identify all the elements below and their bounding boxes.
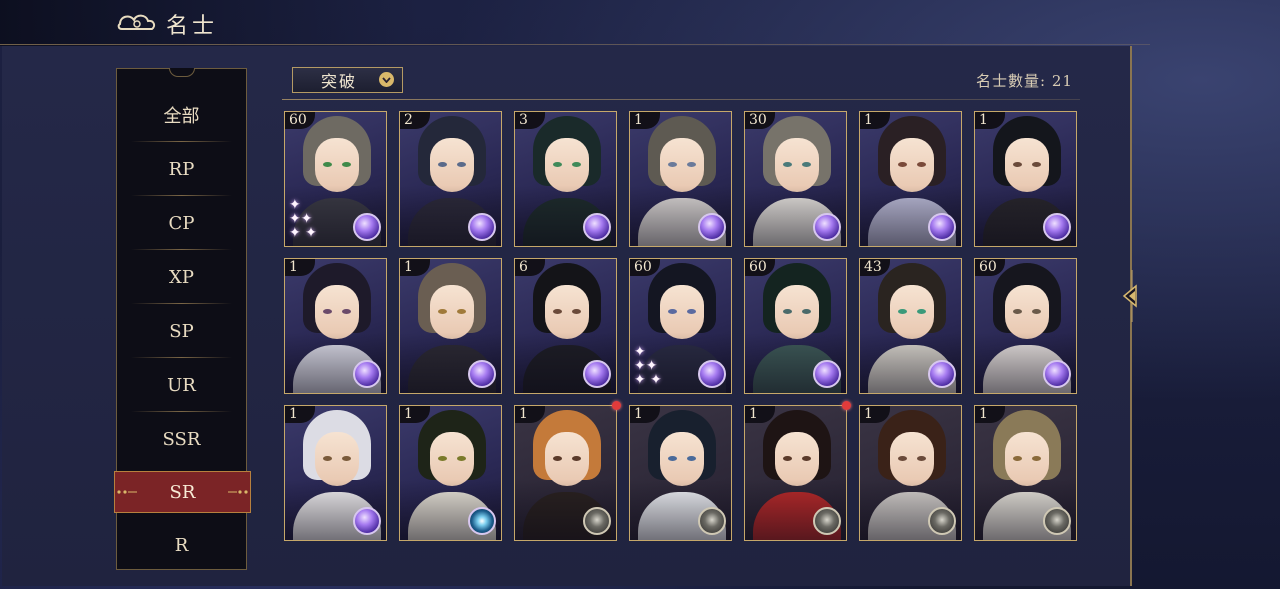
element-orb-icon — [813, 360, 841, 388]
cloud-emblem-icon — [117, 14, 156, 30]
element-orb-icon — [583, 507, 611, 535]
element-orb-icon — [583, 360, 611, 388]
sidebar-item-ur[interactable]: UR — [117, 358, 246, 412]
sparkle-icon: ✦ ✦✦ ✦ ✦ — [289, 197, 317, 241]
hero-card[interactable]: 1 — [629, 111, 732, 247]
sidebar-item-label: CP — [168, 212, 195, 234]
hero-card[interactable]: 1 — [744, 405, 847, 541]
hero-card[interactable]: 1 — [514, 405, 617, 541]
notification-dot — [842, 401, 851, 410]
sidebar-item-label: SR — [169, 481, 196, 503]
sidebar-item-label: SP — [169, 320, 194, 342]
hero-card[interactable]: 1 — [284, 405, 387, 541]
sidebar-item-label: SSR — [162, 428, 201, 450]
hero-card[interactable]: 60 — [974, 258, 1077, 394]
hero-card[interactable]: 30 — [744, 111, 847, 247]
hero-card[interactable]: 60 — [744, 258, 847, 394]
hero-card[interactable]: 3 — [514, 111, 617, 247]
hero-card[interactable]: 1 — [284, 258, 387, 394]
sidebar-notch — [169, 68, 195, 77]
chevron-down-icon — [379, 72, 394, 87]
collapse-arrow-icon[interactable] — [1120, 268, 1144, 324]
page-title: 名士 — [166, 14, 219, 39]
element-orb-icon — [353, 507, 381, 535]
sidebar-item-sp[interactable]: SP — [117, 304, 246, 358]
notification-dot — [612, 401, 621, 410]
hero-card[interactable]: 1 — [859, 111, 962, 247]
hero-card[interactable]: 2 — [399, 111, 502, 247]
hero-count: 名士數量: 21 — [976, 72, 1073, 90]
filter-label: 突破 — [321, 72, 358, 91]
element-orb-icon — [698, 507, 726, 535]
hero-card[interactable]: 6 — [514, 258, 617, 394]
element-orb-icon — [1043, 360, 1071, 388]
sidebar-item-label: UR — [167, 374, 196, 396]
sidebar-item-label: XP — [169, 266, 194, 288]
hero-card[interactable]: 60 ✦ ✦✦ ✦ ✦ — [284, 111, 387, 247]
sidebar-item-xp[interactable]: XP — [117, 250, 246, 304]
element-orb-icon — [468, 213, 496, 241]
hero-card[interactable]: 1 — [399, 258, 502, 394]
sidebar-item-sr[interactable]: SR — [114, 471, 251, 513]
hero-card[interactable]: 1 — [399, 405, 502, 541]
element-orb-icon — [698, 213, 726, 241]
sidebar-item-label: RP — [168, 158, 195, 180]
sidebar-item-label: 全部 — [163, 106, 200, 127]
element-orb-icon — [928, 360, 956, 388]
sidebar-item-all[interactable]: 全部 — [117, 88, 246, 142]
hero-card[interactable]: 1 — [859, 405, 962, 541]
element-orb-icon — [1043, 213, 1071, 241]
sidebar-item-rp[interactable]: RP — [117, 142, 246, 196]
element-orb-icon — [468, 507, 496, 535]
element-orb-icon — [468, 360, 496, 388]
element-orb-icon — [813, 507, 841, 535]
sidebar-item-ssr[interactable]: SSR — [117, 412, 246, 466]
element-orb-icon — [583, 213, 611, 241]
sidebar-item-r[interactable]: R — [117, 527, 246, 563]
list-divider — [282, 99, 1080, 100]
ornament-dots-icon — [117, 490, 137, 494]
element-orb-icon — [928, 213, 956, 241]
header-divider — [0, 44, 1150, 45]
sidebar-item-label: R — [174, 535, 189, 556]
hero-card[interactable]: 60 ✦ ✦✦ ✦ ✦ — [629, 258, 732, 394]
ornament-dots-icon — [228, 490, 248, 494]
element-orb-icon — [813, 213, 841, 241]
element-orb-icon — [353, 213, 381, 241]
sidebar-item-cp[interactable]: CP — [117, 196, 246, 250]
hero-card[interactable]: 43 — [859, 258, 962, 394]
element-orb-icon — [353, 360, 381, 388]
element-orb-icon — [698, 360, 726, 388]
filter-dropdown[interactable]: 突破 — [292, 67, 403, 93]
sparkle-icon: ✦ ✦✦ ✦ ✦ — [634, 344, 662, 388]
hero-card[interactable]: 1 — [974, 405, 1077, 541]
element-orb-icon — [928, 507, 956, 535]
header: 名士 — [0, 0, 1280, 46]
rarity-sidebar: 全部 RP CP XP SP UR SSR SR R — [114, 68, 251, 570]
hero-card[interactable]: 1 — [974, 111, 1077, 247]
hero-card[interactable]: 1 — [629, 405, 732, 541]
element-orb-icon — [1043, 507, 1071, 535]
